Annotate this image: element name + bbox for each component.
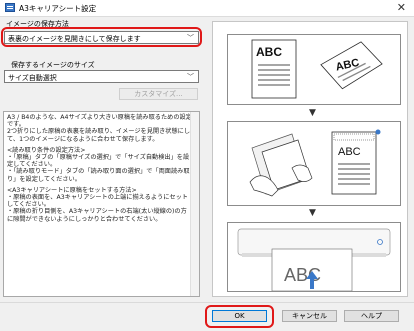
description-box: A3 / B4のような、A4サイズより大きい原稿を読み取るための設定です。 2つ…	[3, 111, 200, 297]
ok-button[interactable]: OK	[212, 310, 267, 322]
abc-text-carrier: ABC	[338, 146, 361, 158]
folded-document-graphic: ABC ABC	[251, 39, 383, 99]
illustration-scanner-feed: ABC	[227, 222, 401, 292]
save-size-label: 保存するイメージのサイズ	[11, 61, 95, 69]
save-size-select[interactable]: サイズ自動選択 ﹀	[4, 70, 199, 83]
down-arrow-icon: ▼	[309, 208, 316, 218]
customize-button[interactable]: カスタマイズ...	[119, 88, 198, 100]
abc-text-front: ABC	[256, 45, 282, 59]
abc-text-scanner: ABC	[284, 265, 321, 285]
footer-divider	[0, 302, 414, 303]
chevron-down-icon: ﹀	[187, 73, 194, 81]
down-arrow-icon: ▼	[309, 108, 316, 118]
description-paragraph: A3 / B4のような、A4サイズより大きい原稿を読み取るための設定です。 2つ…	[7, 114, 192, 143]
cancel-button[interactable]: キャンセル	[282, 310, 337, 322]
scanner-graphic: ABC	[237, 228, 391, 292]
window-title: A3キャリアシート設定	[19, 4, 97, 13]
app-icon	[5, 3, 15, 12]
illustration-folded-document: ABC ABC	[227, 34, 401, 105]
save-method-select[interactable]: 表裏のイメージを見開きにして保存します ﹀	[4, 31, 199, 44]
help-button[interactable]: ヘルプ	[344, 310, 399, 322]
chevron-down-icon: ﹀	[187, 34, 194, 42]
illustration-panel: ABC ABC ▼ ABC ▼ ABC	[212, 21, 408, 297]
illustration-insert-sheet: ABC	[227, 121, 401, 206]
save-method-label: イメージの保存方法	[6, 20, 69, 28]
description-paragraph: <読み取り条件の設定方法> ・「原稿」タブの「原稿サイズの選択」で「サイズ自動検…	[7, 146, 190, 183]
title-bar: A3キャリアシート設定 ✕	[0, 0, 414, 17]
close-icon[interactable]: ✕	[397, 1, 406, 14]
carrier-sheet-graphic: ABC	[249, 129, 381, 197]
description-paragraph: <A3キャリアシートに原稿をセットする方法> ・原稿の表面を、A3キャリアシート…	[7, 186, 188, 223]
save-method-value: 表裏のイメージを見開きにして保存します	[8, 35, 141, 43]
scrollbar[interactable]	[190, 112, 199, 296]
save-size-value: サイズ自動選択	[8, 74, 57, 82]
